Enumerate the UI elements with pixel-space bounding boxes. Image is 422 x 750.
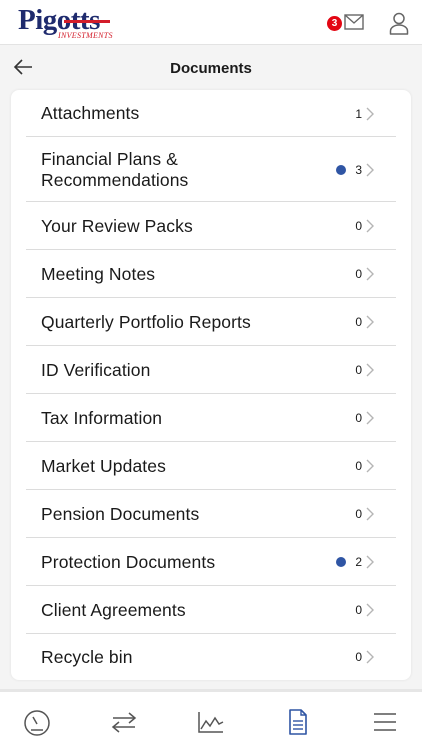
chevron-right-icon [366,411,374,425]
new-items-dot [336,165,346,175]
document-category-label: Meeting Notes [41,264,156,284]
dashboard-gauge-icon [24,710,50,736]
document-count: 0 [355,219,362,233]
mail-icon [344,14,364,30]
document-category-client-agreements[interactable]: Client Agreements 0 [26,586,396,634]
document-category-id-verification[interactable]: ID Verification 0 [26,346,396,394]
document-category-label: Client Agreements [41,600,186,620]
tab-documents[interactable] [283,708,313,736]
document-category-label: ID Verification [41,360,151,380]
chevron-right-icon [366,219,374,233]
documents-card: Attachments 1 Financial Plans & Recommenda… [11,90,411,680]
tab-transactions[interactable] [109,708,139,736]
document-category-recycle-bin[interactable]: Recycle bin 0 [26,634,396,680]
new-items-dot [336,557,346,567]
document-count: 2 [355,555,362,569]
document-count: 0 [355,507,362,521]
chevron-right-icon [366,163,374,177]
chevron-right-icon [366,267,374,281]
user-icon [389,12,409,35]
document-category-tax-information[interactable]: Tax Information 0 [26,394,396,442]
document-count: 1 [355,107,362,121]
profile-button[interactable] [386,10,412,36]
page-title: Documents [170,60,252,77]
page-header: Documents [0,46,422,90]
chevron-right-icon [366,507,374,521]
document-category-label: Tax Information [41,408,163,428]
document-category-pension-documents[interactable]: Pension Documents 0 [26,490,396,538]
document-category-label: Recycle bin [41,647,133,667]
document-category-financial-plans-and-recommendations[interactable]: Financial Plans & Recommendations 3 [26,137,396,202]
logo-tagline: INVESTMENTS [58,31,113,40]
chevron-right-icon [366,603,374,617]
messages-button[interactable]: 3 [326,10,366,36]
document-count: 0 [355,363,362,377]
logo-accent-bar [64,20,110,23]
document-category-meeting-notes[interactable]: Meeting Notes 0 [26,250,396,298]
top-bar: Pigotts INVESTMENTS 3 [0,0,422,45]
document-category-market-updates[interactable]: Market Updates 0 [26,442,396,490]
transactions-arrows-icon [111,712,137,733]
tab-menu[interactable] [370,708,400,736]
document-category-label: Attachments [41,103,140,123]
performance-chart-icon [198,712,224,733]
document-count: 0 [355,267,362,281]
chevron-right-icon [366,555,374,569]
chevron-right-icon [366,315,374,329]
document-category-label: Quarterly Portfolio Reports [41,312,251,332]
document-category-label: Pension Documents [41,504,200,524]
document-count: 0 [355,650,362,664]
document-count: 0 [355,315,362,329]
documents-icon [289,709,307,735]
menu-icon [374,713,396,731]
document-category-attachments[interactable]: Attachments 1 [26,90,396,137]
document-category-quarterly-portfolio-reports[interactable]: Quarterly Portfolio Reports 0 [26,298,396,346]
document-count: 0 [355,459,362,473]
document-category-label: Market Updates [41,456,166,476]
document-count: 0 [355,603,362,617]
pigotts-logo[interactable]: Pigotts INVESTMENTS [18,4,118,42]
tab-dashboard[interactable] [22,708,52,736]
document-category-label: Financial Plans & Recommendations [41,149,189,190]
bottom-tab-bar [0,689,422,750]
chevron-right-icon [366,107,374,121]
unread-badge: 3 [327,16,342,31]
chevron-right-icon [366,650,374,664]
chevron-right-icon [366,459,374,473]
document-category-label: Protection Documents [41,552,216,572]
document-count: 0 [355,411,362,425]
chevron-right-icon [366,363,374,377]
document-category-your-review-packs[interactable]: Your Review Packs 0 [26,202,396,250]
document-category-label: Your Review Packs [41,216,193,236]
document-category-protection-documents[interactable]: Protection Documents 2 [26,538,396,586]
document-count: 3 [355,163,362,177]
tab-performance[interactable] [196,708,226,736]
